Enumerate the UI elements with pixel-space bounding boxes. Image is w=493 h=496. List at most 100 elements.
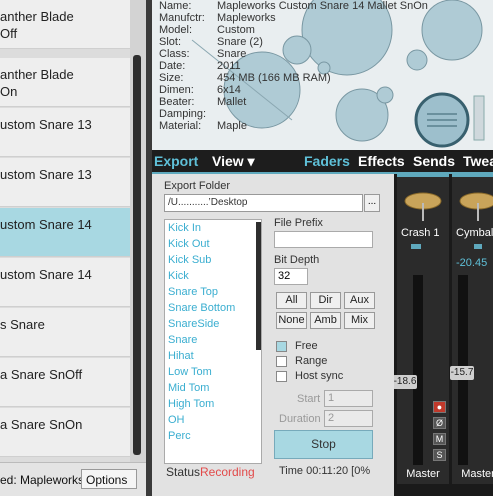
export-panel: Export Folder /U...........’Desktop ... … bbox=[152, 174, 394, 496]
kit-browser: anther Blade Off anther Blade On ustom Sna… bbox=[0, 0, 146, 496]
channel-item[interactable]: SnareSide bbox=[168, 318, 219, 330]
file-prefix-field[interactable] bbox=[274, 231, 373, 248]
cymbal-icon bbox=[459, 192, 493, 221]
fader-handle[interactable]: -18.6 bbox=[394, 375, 417, 389]
kit-info-row: Size: 454 MB (166 MB RAM) bbox=[159, 72, 428, 84]
kit-list-scroll-thumb[interactable] bbox=[133, 55, 141, 455]
kit-info-key: Class: bbox=[159, 48, 190, 60]
kit-info-key: Beater: bbox=[159, 96, 195, 108]
pan-indicator[interactable] bbox=[474, 244, 482, 249]
export-folder-label: Export Folder bbox=[164, 180, 231, 192]
kit-item-line1: ustom Snare 13 bbox=[0, 167, 92, 182]
list-item[interactable]: anther Blade Off bbox=[0, 0, 130, 49]
channel-item[interactable]: Perc bbox=[168, 430, 191, 442]
kit-list: anther Blade Off anther Blade On ustom Sna… bbox=[0, 0, 130, 462]
kit-info-row: Model: Custom bbox=[159, 24, 428, 36]
channel-item[interactable]: Kick Sub bbox=[168, 254, 211, 266]
kit-info-row: Name: Mapleworks Custom Snare 14 Mallet S… bbox=[159, 0, 428, 12]
output-selector[interactable]: Master bbox=[399, 465, 447, 483]
options-label: Options bbox=[86, 473, 128, 487]
phase-button[interactable]: Ø bbox=[433, 417, 446, 429]
range-label: Range bbox=[295, 355, 328, 367]
record-arm-button[interactable]: ● bbox=[433, 401, 446, 413]
kit-info-key: Damping: bbox=[159, 108, 207, 120]
mixer-strip-crash1: Crash 1 -18.6 ● Ø M S Master bbox=[394, 174, 449, 484]
bit-depth-field[interactable]: 32 bbox=[274, 268, 308, 285]
list-item[interactable]: a Snare SnOff bbox=[0, 358, 130, 407]
channel-item[interactable]: Hihat bbox=[168, 350, 194, 362]
channel-item[interactable]: Mid Tom bbox=[168, 382, 209, 394]
channel-item[interactable]: Snare bbox=[168, 334, 197, 346]
duration-field[interactable]: 2 bbox=[324, 410, 373, 427]
list-item[interactable]: ustom Snare 13 bbox=[0, 108, 130, 157]
list-item[interactable]: s Snare bbox=[0, 308, 130, 357]
tab-effects[interactable]: Effects bbox=[358, 153, 405, 169]
kit-info-key: Dimen: bbox=[159, 84, 194, 96]
tab-sends[interactable]: Sends bbox=[413, 153, 455, 169]
pan-indicator[interactable] bbox=[411, 244, 421, 249]
kit-info-value: 454 MB (166 MB RAM) bbox=[217, 72, 331, 84]
export-channel-list[interactable]: Kick In Kick Out Kick Sub Kick Snare Top… bbox=[164, 219, 262, 464]
kit-info-value: Snare (2) bbox=[217, 36, 263, 48]
kit-item-line1: ustom Snare 13 bbox=[0, 117, 92, 132]
kit-info-row: Material: Maple bbox=[159, 120, 428, 132]
kit-item-line2: Off bbox=[0, 26, 18, 41]
select-amb-button[interactable]: Amb bbox=[310, 312, 341, 329]
free-label: Free bbox=[295, 340, 318, 352]
tab-view-menu[interactable]: View ▾ bbox=[212, 153, 255, 170]
channel-item[interactable]: Snare Bottom bbox=[168, 302, 235, 314]
range-checkbox[interactable] bbox=[276, 356, 287, 367]
browse-folder-button[interactable]: ... bbox=[364, 194, 380, 212]
start-field[interactable]: 1 bbox=[324, 390, 373, 407]
options-dropdown[interactable]: Options bbox=[81, 469, 137, 489]
time-readout: Time 00:11:20 [0% bbox=[279, 465, 371, 477]
kit-info-row: Slot: Snare (2) bbox=[159, 36, 428, 48]
host-sync-checkbox[interactable] bbox=[276, 371, 287, 382]
export-folder-field[interactable]: /U...........’Desktop bbox=[164, 194, 363, 212]
kit-item-line1: a Snare SnOff bbox=[0, 367, 83, 382]
free-checkbox[interactable] bbox=[276, 341, 287, 352]
kit-info-key: Size: bbox=[159, 72, 184, 84]
channel-item[interactable]: Low Tom bbox=[168, 366, 212, 378]
list-item[interactable]: ustom Snare 14 bbox=[0, 258, 130, 307]
channel-name: Cymbal bbox=[456, 227, 493, 239]
channel-item[interactable]: Kick In bbox=[168, 222, 201, 234]
kit-info-key: Name: bbox=[159, 0, 192, 12]
list-item[interactable]: anther Blade On bbox=[0, 58, 130, 107]
select-all-button[interactable]: All bbox=[276, 292, 307, 309]
mute-button[interactable]: M bbox=[433, 433, 446, 445]
stop-button[interactable]: Stop bbox=[274, 430, 373, 459]
channel-item[interactable]: OH bbox=[168, 414, 185, 426]
kit-info-value: 6x14 bbox=[217, 84, 241, 96]
kit-info-key: Date: bbox=[159, 60, 186, 72]
kit-info-key: Model: bbox=[159, 24, 193, 36]
fader-handle[interactable]: -15.7 bbox=[450, 366, 474, 380]
kit-item-line2: On bbox=[0, 84, 18, 99]
cymbal-icon bbox=[404, 192, 442, 221]
list-item-selected[interactable]: ustom Snare 14 bbox=[0, 208, 130, 257]
select-dir-button[interactable]: Dir bbox=[310, 292, 341, 309]
kit-item-line1: s Snare bbox=[0, 317, 45, 332]
kit-item-line1: a Snare SnOn bbox=[0, 417, 83, 432]
mixer-panel: Crash 1 -18.6 ● Ø M S Master Cymbal -20.… bbox=[394, 174, 493, 496]
list-item[interactable]: a Snare SnOn bbox=[0, 408, 130, 457]
solo-button[interactable]: S bbox=[433, 449, 446, 461]
fader-value: -18.6 bbox=[394, 376, 417, 387]
drum-cymbal-ride[interactable] bbox=[421, 0, 483, 61]
select-none-button[interactable]: None bbox=[276, 312, 307, 329]
channel-item[interactable]: Snare Top bbox=[168, 286, 218, 298]
tab-tweak[interactable]: Twea bbox=[463, 153, 493, 169]
duration-label: Duration bbox=[279, 413, 321, 425]
select-aux-button[interactable]: Aux bbox=[344, 292, 375, 309]
channel-item[interactable]: High Tom bbox=[168, 398, 214, 410]
output-selector[interactable]: Master bbox=[454, 465, 493, 483]
kit-item-line1: anther Blade bbox=[0, 9, 74, 24]
list-item[interactable]: ustom Snare 13 bbox=[0, 158, 130, 207]
tab-faders[interactable]: Faders bbox=[304, 153, 350, 169]
channel-item[interactable]: Kick bbox=[168, 270, 189, 282]
tab-export[interactable]: Export bbox=[154, 153, 198, 169]
channel-item[interactable]: Kick Out bbox=[168, 238, 210, 250]
select-mix-button[interactable]: Mix bbox=[344, 312, 375, 329]
kit-info-value: Snare bbox=[217, 48, 247, 60]
channel-list-scrollbar[interactable] bbox=[256, 222, 261, 350]
